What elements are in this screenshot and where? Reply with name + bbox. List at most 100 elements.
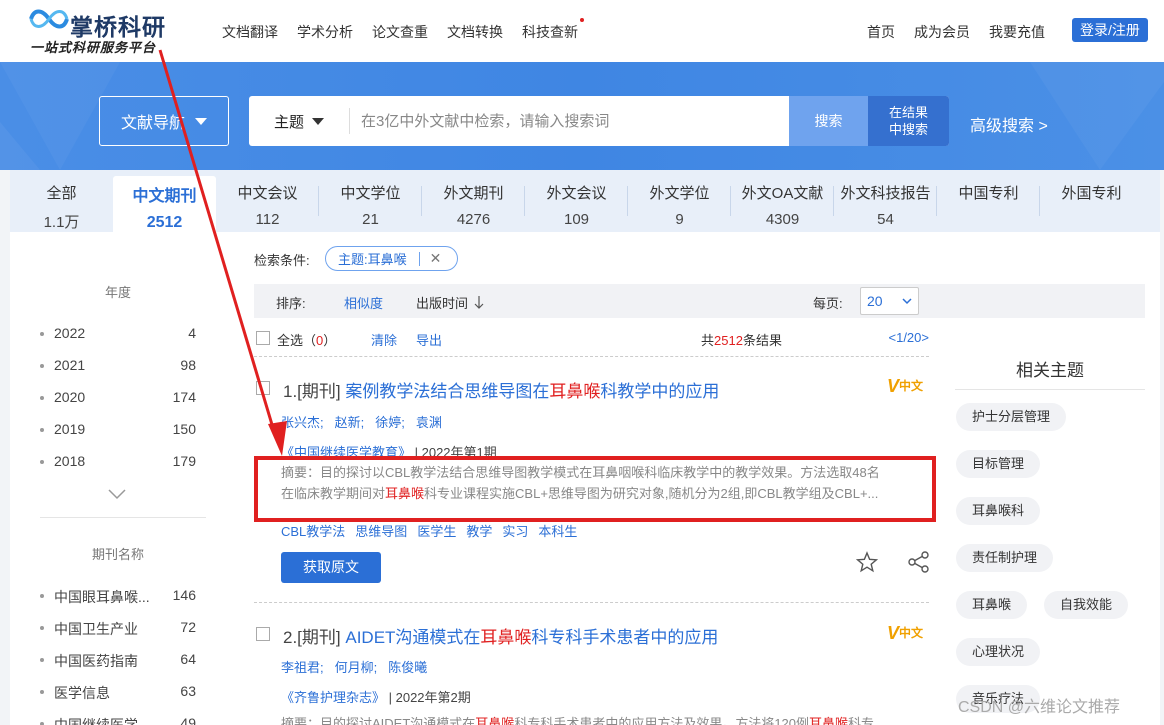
related-topic-tag[interactable]: 护士分层管理 <box>956 403 1067 431</box>
related-topic-tag[interactable]: 自我效能 <box>1044 591 1129 619</box>
keyword-link[interactable]: 思维导图 <box>355 524 407 539</box>
nav-doc-convert[interactable]: 文档转换 <box>447 22 503 42</box>
keyword-link[interactable]: 医学生 <box>417 524 456 539</box>
result-title[interactable]: 1.[期刊] 案例教学法结合思维导图在耳鼻喉科教学中的应用 <box>283 377 719 402</box>
year-facet-item[interactable]: 2021 98 <box>40 357 196 377</box>
select-all-checkbox[interactable] <box>256 331 270 345</box>
nav-doc-translate[interactable]: 文档翻译 <box>222 22 278 42</box>
sort-publish-time[interactable]: 出版时间 <box>416 293 484 312</box>
bullet <box>40 460 44 464</box>
get-fulltext-button[interactable]: 获取原文 <box>281 552 381 583</box>
related-topic-tag[interactable]: 耳鼻喉 <box>956 591 1028 619</box>
export-link[interactable]: 导出 <box>416 330 442 349</box>
star-icon[interactable] <box>856 551 878 573</box>
nav-plagiarism-check[interactable]: 论文查重 <box>372 22 428 42</box>
site-logo[interactable]: 掌桥科研 一站式科研服务平台 <box>28 6 188 56</box>
search-button[interactable]: 搜索 <box>789 96 868 146</box>
sort-relevance[interactable]: 相似度 <box>344 293 383 312</box>
caret-down-icon <box>195 117 207 125</box>
search-in-results-line2: 中搜索 <box>888 122 928 137</box>
tab-foreign-conferences[interactable]: 外文会议 109 <box>525 170 628 232</box>
author-link[interactable]: 何月柳; <box>335 660 378 675</box>
result-checkbox[interactable] <box>256 381 270 395</box>
journal-facet-item[interactable]: 医学信息 63 <box>40 683 196 703</box>
keyword-link[interactable]: 教学 <box>466 524 492 539</box>
tab-chinese-patents[interactable]: 中国专利 <box>937 170 1040 232</box>
doc-navigation-dropdown[interactable]: 文献导航 <box>99 96 229 146</box>
tab-foreign-patents[interactable]: 外国专利 <box>1040 170 1143 232</box>
related-topics-title: 相关主题 <box>1016 361 1084 380</box>
related-topic-tag[interactable]: 责任制护理 <box>956 544 1054 572</box>
nav-academic-analysis[interactable]: 学术分析 <box>297 22 353 42</box>
advanced-search-link[interactable]: 高级搜索 > <box>970 112 1048 136</box>
search-in-results-button[interactable]: 在结果 中搜索 <box>868 96 949 146</box>
share-icon[interactable] <box>908 551 930 573</box>
author-link[interactable]: 赵新; <box>335 415 365 430</box>
result-index: 2.[期刊] <box>283 628 346 647</box>
tab-chinese-conferences[interactable]: 中文会议 112 <box>216 170 319 232</box>
search-in-results-line1: 在结果 <box>888 105 928 120</box>
close-icon[interactable]: ✕ <box>430 250 442 267</box>
recharge-link[interactable]: 我要充值 <box>989 22 1045 42</box>
journal-facet-item[interactable]: 中国眼耳鼻喉... 146 <box>40 587 196 607</box>
journal-facet-item[interactable]: 中国医药指南 64 <box>40 651 196 671</box>
tab-chinese-journals[interactable]: 中文期刊 2512 <box>113 176 216 232</box>
total-results: 共2512条结果 <box>701 330 782 349</box>
home-link[interactable]: 首页 <box>867 22 895 42</box>
result-title[interactable]: 2.[期刊] AIDET沟通模式在耳鼻喉科专科手术患者中的应用 <box>283 623 718 648</box>
result-checkbox[interactable] <box>256 627 270 641</box>
search-banner: 文献导航 主题 搜索 在结果 中搜索 高级搜索 > <box>0 62 1164 170</box>
abstract-line: 摘要：目的探讨AIDET沟通模式在耳鼻喉科专科手术患者中的应用方法及效果。方法将… <box>281 713 925 725</box>
per-page-select[interactable]: 20 <box>860 287 919 315</box>
year-facet-item[interactable]: 2020 174 <box>40 389 196 409</box>
tab-count: 112 <box>255 211 280 228</box>
nav-novelty-search[interactable]: 科技查新 <box>522 18 584 42</box>
login-register-button[interactable]: 登录/注册 <box>1072 18 1148 42</box>
tab-label: 外文科技报告 <box>840 185 931 202</box>
author-link[interactable]: 袁渊 <box>416 415 442 430</box>
membership-link[interactable]: 成为会员 <box>914 22 970 42</box>
author-link[interactable]: 李祖君; <box>281 660 324 675</box>
logo-slogan: 一站式科研服务平台 <box>30 40 157 55</box>
keyword-link[interactable]: CBL教学法 <box>281 524 345 539</box>
journal-issue: | 2022年第2期 <box>385 690 471 705</box>
pagination[interactable]: <1/20> <box>889 330 930 345</box>
tab-foreign-degrees[interactable]: 外文学位 9 <box>628 170 731 232</box>
search-input[interactable] <box>361 96 781 146</box>
doc-nav-label: 文献导航 <box>120 115 185 132</box>
related-topic-tag[interactable]: 耳鼻喉科 <box>956 497 1041 525</box>
related-topic-tag[interactable]: 心理状况 <box>956 638 1041 666</box>
facet-count: 72 <box>180 619 196 635</box>
facet-name: 医学信息 <box>54 685 110 701</box>
tab-chinese-degrees[interactable]: 中文学位 21 <box>319 170 422 232</box>
top-header: 掌桥科研 一站式科研服务平台 文档翻译 学术分析 论文查重 文档转换 科技查新 … <box>0 0 1164 62</box>
author-link[interactable]: 徐婷; <box>375 415 405 430</box>
title-part: AIDET沟通模式在 <box>345 628 481 647</box>
clear-link[interactable]: 清除 <box>371 330 397 349</box>
journal-facet-item[interactable]: 中国卫生产业 72 <box>40 619 196 639</box>
tab-foreign-journals[interactable]: 外文期刊 4276 <box>422 170 525 232</box>
author-link[interactable]: 陈俊曦 <box>388 660 427 675</box>
keyword-link[interactable]: 实习 <box>502 524 528 539</box>
tab-foreign-oa[interactable]: 外文OA文献 4309 <box>731 170 834 232</box>
expand-chevron-icon[interactable] <box>108 488 126 500</box>
author-link[interactable]: 张兴杰; <box>281 415 324 430</box>
journal-link[interactable]: 《齐鲁护理杂志》 <box>281 690 385 705</box>
year-facet-item[interactable]: 2019 150 <box>40 421 196 441</box>
related-topic-tag[interactable]: 目标管理 <box>956 450 1041 478</box>
title-part: 科教学中的应用 <box>600 382 720 401</box>
journal-facet-item[interactable]: 中国继续医学... 49 <box>40 715 196 725</box>
tab-all[interactable]: 全部 1.1万 <box>10 170 113 232</box>
search-type-dropdown[interactable]: 主题 <box>249 96 349 146</box>
chinese-badge: V 中文 <box>887 376 923 396</box>
result-abstract: 摘要：目的探讨AIDET沟通模式在耳鼻喉科专科手术患者中的应用方法及效果。方法将… <box>281 713 925 725</box>
badge-v-icon: V <box>887 376 900 396</box>
annotation-highlight-box <box>254 456 936 522</box>
select-all-label[interactable]: 全选（0） <box>277 330 336 349</box>
chip-label: 主题:耳鼻喉 <box>338 252 407 267</box>
year-facet-item[interactable]: 2018 179 <box>40 453 196 473</box>
tab-foreign-tech-reports[interactable]: 外文科技报告 54 <box>834 170 937 232</box>
year-facet-item[interactable]: 2022 4 <box>40 325 196 345</box>
top-right-links: 首页 成为会员 我要充值 <box>867 22 1064 42</box>
keyword-link[interactable]: 本科生 <box>538 524 577 539</box>
